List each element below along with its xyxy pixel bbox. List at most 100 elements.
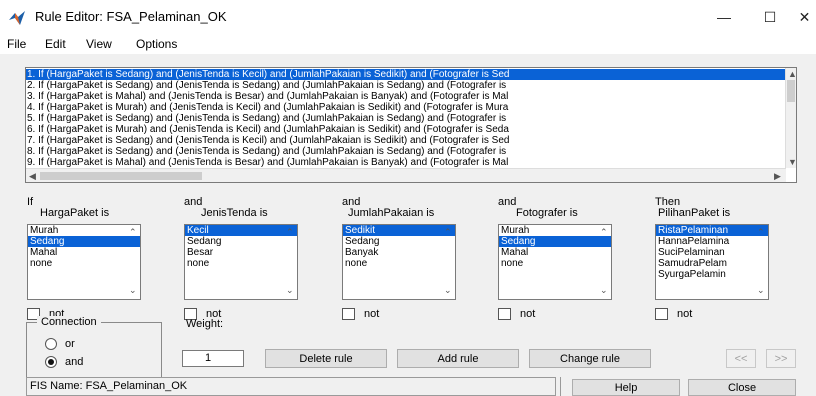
rule-item[interactable]: 2. If (HargaPaket is Sedang) and (JenisT… [26,80,786,91]
harga-paket-listbox[interactable]: Murah Sedang Mahal none ⌃ ⌄ [27,224,141,300]
list-option[interactable]: HannaPelamina [656,236,768,247]
not-checkbox[interactable] [655,308,668,320]
window-title: Rule Editor: FSA_Pelaminan_OK [35,9,227,24]
list-option[interactable]: none [185,258,297,269]
and-radio-label: and [65,356,84,368]
list-option[interactable]: none [499,258,611,269]
chevron-up-icon[interactable]: ⌃ [757,227,765,237]
list-option[interactable]: Mahal [28,247,140,258]
jumlah-pakaian-label: JumlahPakaian is [348,207,435,219]
list-option[interactable]: Banyak [343,247,455,258]
close-window-button[interactable]: ✕ [793,0,816,34]
maximize-button[interactable]: ☐ [747,0,793,34]
list-option[interactable]: none [28,258,140,269]
matlab-icon [9,11,25,25]
scroll-right-icon[interactable]: ▶ [774,171,781,181]
rule-item[interactable]: 9. If (HargaPaket is Mahal) and (JenisTe… [26,157,786,168]
listbox-scrollbar[interactable]: ⌃ ⌄ [442,225,455,299]
chevron-up-icon[interactable]: ⌃ [129,227,137,237]
rule-list[interactable]: 1. If (HargaPaket is Sedang) and (JenisT… [25,67,797,183]
fotografer-listbox[interactable]: Murah Sedang Mahal none ⌃ ⌄ [498,224,612,300]
list-option[interactable]: Sedang [28,236,140,247]
list-option[interactable]: SyurgaPelamin [656,269,768,280]
list-option[interactable]: Murah [28,225,140,236]
rule-item[interactable]: 3. If (HargaPaket is Mahal) and (JenisTe… [26,91,786,102]
divider [560,377,561,396]
menu-edit[interactable]: Edit [45,37,66,51]
list-option[interactable]: Sedang [185,236,297,247]
chevron-up-icon[interactable]: ⌃ [286,227,294,237]
list-option[interactable]: Murah [499,225,611,236]
chevron-down-icon[interactable]: ⌄ [286,285,294,295]
pilihan-paket-column: Then PilihanPaket is RistaPelaminan HannaPe… [655,196,795,320]
list-option[interactable]: SamudraPelam [656,258,768,269]
chevron-down-icon[interactable]: ⌄ [600,285,608,295]
not-label: not [677,308,693,320]
list-option[interactable]: Mahal [499,247,611,258]
list-option[interactable]: Besar [185,247,297,258]
rule-item[interactable]: 1. If (HargaPaket is Sedang) and (JenisT… [26,69,786,80]
weight-input[interactable]: 1 [182,350,244,367]
delete-rule-button[interactable]: Delete rule [265,349,387,368]
list-option[interactable]: none [343,258,455,269]
listbox-scrollbar[interactable]: ⌃ ⌄ [127,225,140,299]
list-option[interactable]: SuciPelaminan [656,247,768,258]
list-option[interactable]: Sedikit [343,225,455,236]
rule-item[interactable]: 8. If (HargaPaket is Sedang) and (JenisT… [26,146,786,157]
add-rule-button[interactable]: Add rule [397,349,519,368]
scroll-down-icon[interactable]: ▼ [788,157,797,167]
scroll-thumb[interactable] [787,80,795,102]
scroll-left-icon[interactable]: ◀ [29,171,36,181]
conjunction-label: If [27,196,34,208]
weight-label: Weight: [186,318,224,330]
radio-selected-dot [48,359,54,365]
chevron-down-icon[interactable]: ⌄ [444,285,452,295]
rule-item[interactable]: 4. If (HargaPaket is Murah) and (JenisTe… [26,102,786,113]
menu-file[interactable]: File [7,37,26,51]
menu-view[interactable]: View [86,37,112,51]
not-label: not [364,308,380,320]
title-bar: Rule Editor: FSA_Pelaminan_OK — ☐ ✕ [0,0,816,34]
change-rule-button[interactable]: Change rule [529,349,651,368]
conjunction-label: and [184,196,203,208]
harga-paket-column: If HargaPaket is Murah Sedang Mahal none ⌃ ⌄ not [27,196,167,320]
listbox-scrollbar[interactable]: ⌃ ⌄ [755,225,768,299]
rule-list-items: 1. If (HargaPaket is Sedang) and (JenisT… [26,69,786,169]
not-label: not [520,308,536,320]
jenis-tenda-listbox[interactable]: Kecil Sedang Besar none ⌃ ⌄ [184,224,298,300]
not-checkbox[interactable] [342,308,355,320]
and-radio[interactable] [45,356,57,368]
previous-rule-button[interactable]: << [726,349,756,368]
close-button[interactable]: Close [688,379,796,396]
or-radio[interactable] [45,338,57,350]
list-option[interactable]: Kecil [185,225,297,236]
jumlah-pakaian-listbox[interactable]: Sedikit Sedang Banyak none ⌃ ⌄ [342,224,456,300]
chevron-down-icon[interactable]: ⌄ [757,285,765,295]
not-checkbox[interactable] [498,308,511,320]
listbox-scrollbar[interactable]: ⌃ ⌄ [284,225,297,299]
connection-group [26,322,162,382]
list-option[interactable]: Sedang [343,236,455,247]
list-option[interactable]: Sedang [499,236,611,247]
fis-name-status: FIS Name: FSA_Pelaminan_OK [26,377,556,396]
chevron-up-icon[interactable]: ⌃ [600,227,608,237]
rule-item[interactable]: 7. If (HargaPaket is Sedang) and (JenisT… [26,135,786,146]
scroll-up-icon[interactable]: ▲ [788,69,797,79]
rule-item[interactable]: 6. If (HargaPaket is Murah) and (JenisTe… [26,124,786,135]
rule-list-horizontal-scrollbar[interactable]: ◀ ▶ [26,168,786,182]
minimize-button[interactable]: — [701,0,747,34]
listbox-scrollbar[interactable]: ⌃ ⌄ [598,225,611,299]
menu-options[interactable]: Options [136,37,177,51]
pilihan-paket-listbox[interactable]: RistaPelaminan HannaPelamina SuciPelaminan… [655,224,769,300]
help-button[interactable]: Help [572,379,680,396]
rule-editor-panel: 1. If (HargaPaket is Sedang) and (JenisT… [0,54,816,396]
pilihan-paket-label: PilihanPaket is [658,207,731,219]
fotografer-label: Fotografer is [516,207,578,219]
chevron-up-icon[interactable]: ⌃ [444,227,452,237]
chevron-down-icon[interactable]: ⌄ [129,285,137,295]
rule-list-vertical-scrollbar[interactable]: ▲ ▼ [785,68,797,168]
scroll-thumb[interactable] [40,172,202,180]
rule-item[interactable]: 5. If (HargaPaket is Sedang) and (JenisT… [26,113,786,124]
next-rule-button[interactable]: >> [766,349,796,368]
list-option[interactable]: RistaPelaminan [656,225,768,236]
